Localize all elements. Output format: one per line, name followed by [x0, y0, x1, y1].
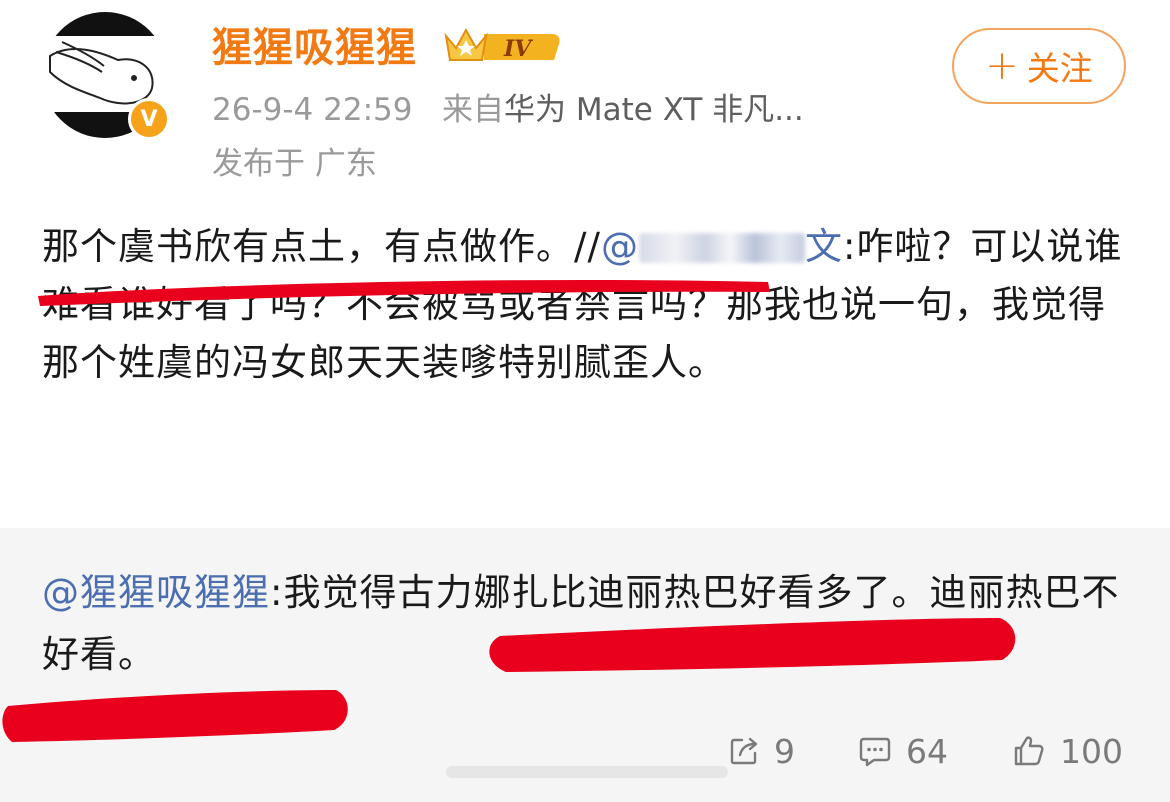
username[interactable]: 猩猩吸猩猩: [212, 20, 417, 76]
comment-button[interactable]: 64: [858, 725, 948, 777]
share-icon: [730, 737, 758, 765]
like-button[interactable]: 100: [1012, 725, 1123, 777]
thumbs-up-icon: [1014, 736, 1044, 766]
share-button[interactable]: 9: [728, 725, 795, 777]
comment-icon: [859, 737, 891, 767]
repost-author-mention[interactable]: @猩猩吸猩猩: [42, 571, 270, 614]
post-content: 那个虞书欣有点土，有点做作。//@ 文:咋啦？可以说谁难看谁好看了吗？不会被骂或者…: [42, 218, 1134, 392]
source-prefix: 来自: [442, 92, 505, 128]
comment-count: 64: [906, 731, 948, 771]
post-text-main: 那个虞书欣有点土，有点做作。//: [42, 225, 601, 268]
follow-button[interactable]: + 关注: [952, 28, 1126, 104]
plus-icon: +: [985, 43, 1019, 89]
vip-crown-icon[interactable]: IV: [444, 26, 562, 70]
repost-block[interactable]: @猩猩吸猩猩:我觉得古力娜扎比迪丽热巴好看多了。迪丽热巴不好看。: [0, 528, 1170, 802]
timestamp: 26-9-4 22:59: [212, 92, 413, 128]
device-source[interactable]: 华为 Mate XT 非凡...: [504, 92, 804, 128]
verified-badge-icon: V: [128, 98, 170, 140]
mention-link[interactable]: @ 文: [601, 225, 843, 268]
like-count: 100: [1060, 731, 1123, 771]
vip-level: IV: [503, 36, 533, 62]
post-location: 发布于 广东: [212, 146, 377, 182]
post-meta: 26-9-4 22:59 来自华为 Mate XT 非凡...: [212, 88, 804, 132]
share-count: 9: [774, 731, 795, 771]
blurred-username: [638, 233, 805, 263]
home-indicator[interactable]: [446, 766, 728, 778]
repost-content: @猩猩吸猩猩:我觉得古力娜扎比迪丽热巴好看多了。迪丽热巴不好看。: [42, 562, 1142, 686]
follow-label: 关注: [1026, 49, 1093, 88]
